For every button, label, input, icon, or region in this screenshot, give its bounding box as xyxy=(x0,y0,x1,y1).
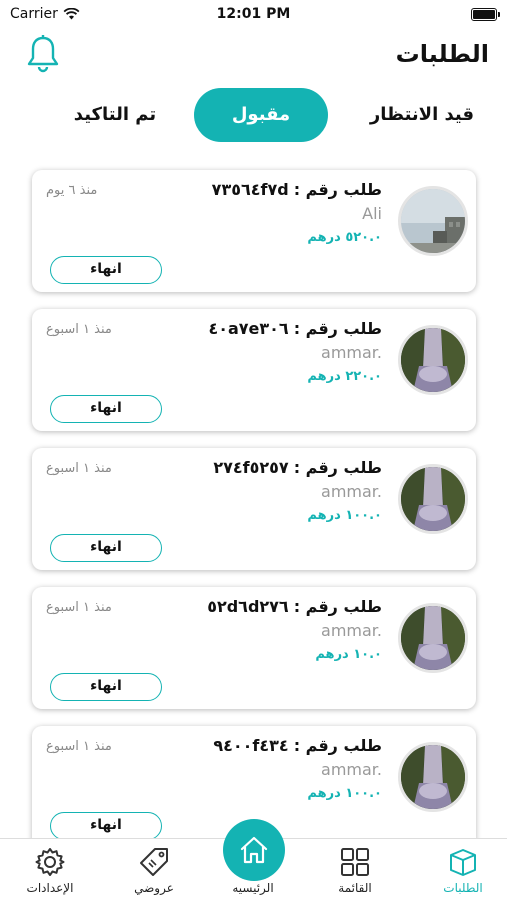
order-price: ٥٢٠.٠ درهم xyxy=(307,230,382,245)
order-user: Ali xyxy=(362,204,382,223)
bottom-nav: الطلبات القائمة الرئيسيه عروضي الإعدادات xyxy=(0,819,507,900)
order-title: طلب رقم :٢٧٤f٥٢٥٧ xyxy=(213,458,382,477)
order-number: ٥٢d٦d٢٧٦ xyxy=(207,597,289,616)
order-time: منذ ١ اسبوع xyxy=(46,739,112,754)
avatar-image xyxy=(401,189,465,253)
nav-home[interactable]: الرئيسيه xyxy=(208,819,298,900)
tab-confirmed[interactable]: تم التاكيد xyxy=(50,88,180,142)
tag-icon xyxy=(140,848,168,876)
avatar-image xyxy=(401,606,465,670)
order-user: ammar. xyxy=(321,482,382,501)
nav-offers[interactable]: عروضي xyxy=(109,839,199,900)
bell-icon[interactable] xyxy=(26,34,60,74)
avatar-image xyxy=(401,467,465,531)
order-title: طلب رقم :٤٠a٧e٣٠٦ xyxy=(208,319,382,338)
order-user: ammar. xyxy=(321,621,382,640)
order-number: ٩٤٠٠f٤٣٤ xyxy=(213,736,289,755)
box-icon xyxy=(450,849,476,876)
order-title-prefix: طلب رقم : xyxy=(293,597,382,616)
nav-orders-label: الطلبات xyxy=(443,881,483,895)
avatar-image xyxy=(401,328,465,392)
avatar xyxy=(398,464,468,534)
order-title-prefix: طلب رقم : xyxy=(293,458,382,477)
page-title: الطلبات xyxy=(395,40,489,68)
orders-list: طلب رقم :٧٣٥٦٤f٧d Ali ٥٢٠.٠ درهم منذ ٦ يوم ا… xyxy=(32,170,476,865)
order-time: منذ ١ اسبوع xyxy=(46,461,112,476)
order-title: طلب رقم :٩٤٠٠f٤٣٤ xyxy=(213,736,382,755)
order-title: طلب رقم :٧٣٥٦٤f٧d xyxy=(212,180,382,199)
avatar xyxy=(398,186,468,256)
order-time: منذ ٦ يوم xyxy=(46,183,98,198)
order-price: ١٠٠.٠ درهم xyxy=(307,508,382,523)
order-time: منذ ١ اسبوع xyxy=(46,600,112,615)
order-price: ٢٢٠.٠ درهم xyxy=(307,369,382,384)
tab-accepted[interactable]: مقبول xyxy=(194,88,328,142)
order-status-tabs: قيد الانتظار مقبول تم التاكيد xyxy=(0,88,507,142)
battery-icon xyxy=(471,8,500,21)
finish-button[interactable]: انهاء xyxy=(50,673,162,701)
order-price: ١٠٠.٠ درهم xyxy=(307,786,382,801)
gear-icon xyxy=(35,848,65,876)
header: الطلبات xyxy=(0,32,507,82)
order-card[interactable]: طلب رقم :٧٣٥٦٤f٧d Ali ٥٢٠.٠ درهم منذ ٦ يوم ا… xyxy=(32,170,476,292)
finish-button[interactable]: انهاء xyxy=(50,256,162,284)
nav-list-label: القائمة xyxy=(338,881,372,895)
order-time: منذ ١ اسبوع xyxy=(46,322,112,337)
home-button[interactable] xyxy=(223,819,285,881)
nav-settings[interactable]: الإعدادات xyxy=(5,839,95,900)
order-card[interactable]: طلب رقم :٢٧٤f٥٢٥٧ ammar. ١٠٠.٠ درهم منذ ١ ا… xyxy=(32,448,476,570)
order-number: ٢٧٤f٥٢٥٧ xyxy=(213,458,289,477)
order-price: ١٠.٠ درهم xyxy=(315,647,382,662)
order-number: ٧٣٥٦٤f٧d xyxy=(211,180,289,199)
order-user: ammar. xyxy=(321,343,382,362)
avatar-image xyxy=(401,745,465,809)
nav-home-label: الرئيسيه xyxy=(232,881,274,895)
nav-settings-label: الإعدادات xyxy=(26,881,74,895)
order-card[interactable]: طلب رقم :٥٢d٦d٢٧٦ ammar. ١٠.٠ درهم منذ ١ اس… xyxy=(32,587,476,709)
tab-pending[interactable]: قيد الانتظار xyxy=(347,88,497,142)
order-title-prefix: طلب رقم : xyxy=(293,319,382,338)
grid-icon xyxy=(341,848,369,876)
order-card[interactable]: طلب رقم :٤٠a٧e٣٠٦ ammar. ٢٢٠.٠ درهم منذ ١ ا… xyxy=(32,309,476,431)
status-time: 12:01 PM xyxy=(216,6,291,22)
nav-offers-label: عروضي xyxy=(134,881,174,895)
home-icon xyxy=(240,836,268,864)
avatar xyxy=(398,325,468,395)
order-title: طلب رقم :٥٢d٦d٢٧٦ xyxy=(207,597,382,616)
finish-button[interactable]: انهاء xyxy=(50,534,162,562)
order-title-prefix: طلب رقم : xyxy=(293,736,382,755)
nav-list[interactable]: القائمة xyxy=(310,839,400,900)
order-user: ammar. xyxy=(321,760,382,779)
nav-orders[interactable]: الطلبات xyxy=(418,839,507,900)
avatar xyxy=(398,603,468,673)
finish-button[interactable]: انهاء xyxy=(50,395,162,423)
avatar xyxy=(398,742,468,812)
finish-button[interactable]: انهاء xyxy=(50,812,162,840)
order-number: ٤٠a٧e٣٠٦ xyxy=(208,319,289,338)
order-title-prefix: طلب رقم : xyxy=(293,180,382,199)
status-bar: Carrier 12:01 PM xyxy=(0,0,507,30)
